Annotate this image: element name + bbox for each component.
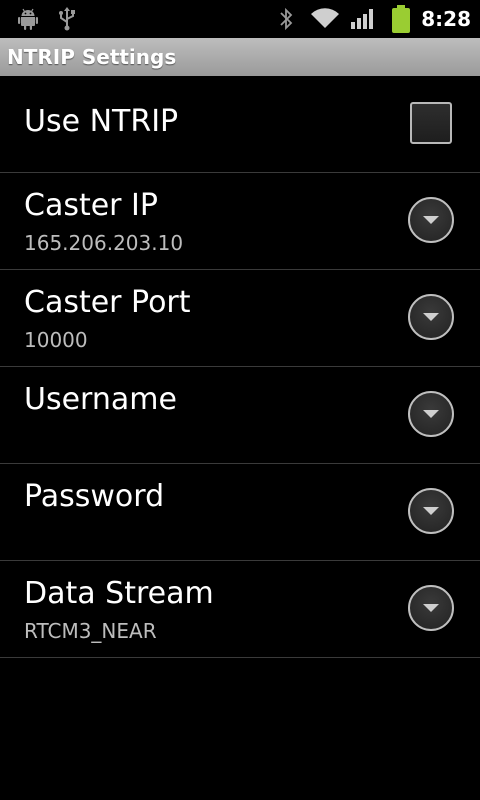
page-title: NTRIP Settings bbox=[7, 45, 177, 69]
battery-icon bbox=[390, 0, 412, 38]
pref-title: Username bbox=[24, 382, 177, 417]
chevron-down-icon[interactable] bbox=[408, 294, 454, 340]
chevron-down-icon[interactable] bbox=[408, 391, 454, 437]
bluetooth-icon bbox=[278, 0, 294, 38]
pref-username[interactable]: Username bbox=[0, 367, 480, 464]
chevron-down-icon[interactable] bbox=[408, 585, 454, 631]
preference-list: Use NTRIP Caster IP 165.206.203.10 Caste… bbox=[0, 76, 480, 658]
usb-icon bbox=[56, 0, 78, 38]
pref-title: Caster IP bbox=[24, 188, 158, 223]
status-bar: 8:28 bbox=[0, 0, 480, 38]
pref-password[interactable]: Password bbox=[0, 464, 480, 561]
pref-summary: RTCM3_NEAR bbox=[24, 619, 157, 643]
pref-title: Data Stream bbox=[24, 576, 214, 611]
wifi-icon bbox=[310, 0, 340, 38]
use-ntrip-checkbox[interactable] bbox=[410, 102, 452, 144]
pref-data-stream[interactable]: Data Stream RTCM3_NEAR bbox=[0, 561, 480, 658]
pref-caster-port[interactable]: Caster Port 10000 bbox=[0, 270, 480, 367]
pref-summary: 165.206.203.10 bbox=[24, 231, 184, 255]
pref-title: Password bbox=[24, 479, 165, 514]
title-bar: NTRIP Settings bbox=[0, 38, 480, 76]
clock: 8:28 bbox=[421, 7, 471, 31]
chevron-down-icon[interactable] bbox=[408, 488, 454, 534]
pref-summary: 10000 bbox=[24, 328, 88, 352]
pref-use-ntrip[interactable]: Use NTRIP bbox=[0, 76, 480, 173]
chevron-down-icon[interactable] bbox=[408, 197, 454, 243]
pref-title: Caster Port bbox=[24, 285, 191, 320]
pref-title: Use NTRIP bbox=[24, 104, 179, 139]
pref-caster-ip[interactable]: Caster IP 165.206.203.10 bbox=[0, 173, 480, 270]
android-icon bbox=[16, 0, 40, 38]
signal-icon bbox=[350, 0, 376, 38]
